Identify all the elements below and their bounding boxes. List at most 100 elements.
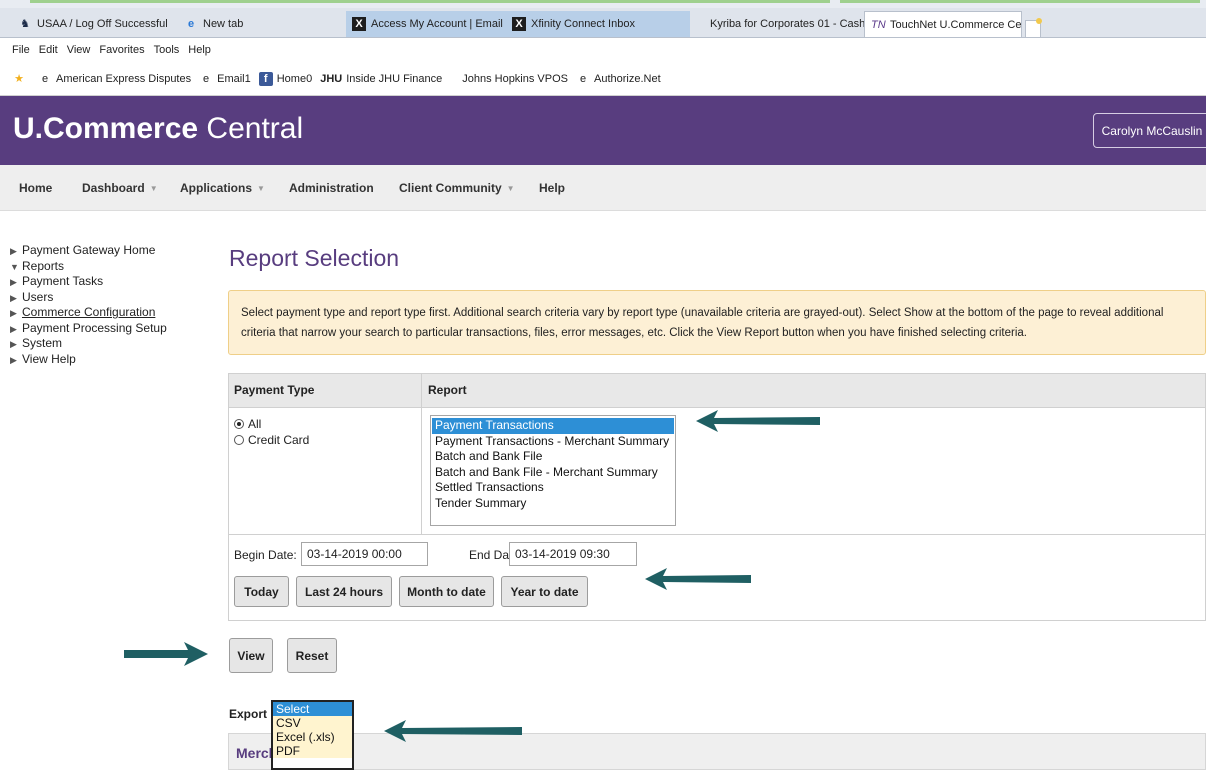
begin-date-input[interactable]: 03-14-2019 00:00 <box>301 542 428 566</box>
menu-help[interactable]: Help <box>188 44 211 56</box>
triangle-right-icon: ▶ <box>10 339 17 349</box>
export-dropdown[interactable]: Select CSV Excel (.xls) PDF <box>271 700 354 770</box>
chevron-down-icon: ▼ <box>506 183 515 193</box>
sidebar-item-payment-gateway-home[interactable]: ▶ Payment Gateway Home <box>10 243 210 259</box>
star-icon: ★ <box>14 72 24 85</box>
export-option-pdf[interactable]: PDF <box>273 744 352 758</box>
year-to-date-button[interactable]: Year to date <box>501 576 588 607</box>
sidebar-item-users[interactable]: ▶ Users <box>10 290 210 306</box>
sidebar-item-reports[interactable]: ▼ Reports <box>10 259 210 275</box>
menu-view[interactable]: View <box>67 44 91 56</box>
browser-menu-bar: File Edit View Favorites Tools Help <box>0 38 1206 62</box>
nav-client-community[interactable]: Client Community ▼ <box>399 165 515 211</box>
report-option-batch-and-bank-file-merchant-summary[interactable]: Batch and Bank File - Merchant Summary <box>432 465 674 481</box>
browser-tab-new[interactable]: e New tab <box>178 11 346 37</box>
page-title: Report Selection <box>229 245 400 271</box>
browser-tab-touchnet[interactable]: TN TouchNet U.Commerce Ce... × <box>864 11 1022 37</box>
today-button[interactable]: Today <box>234 576 289 607</box>
payment-type-credit-card-radio[interactable]: Credit Card <box>234 432 309 447</box>
end-date-input[interactable]: 03-14-2019 09:30 <box>509 542 637 566</box>
info-banner: Select payment type and report type firs… <box>228 290 1206 355</box>
nav-help[interactable]: Help <box>539 165 565 211</box>
merchants-section[interactable]: Merchants <box>228 733 1206 770</box>
favorite-email1[interactable]: e Email1 <box>199 72 251 86</box>
report-listbox[interactable]: Payment Transactions Payment Transaction… <box>430 415 676 526</box>
favorites-bar: ★ e American Express Disputes e Email1 f Ho… <box>0 62 1206 96</box>
xfinity-icon: X <box>352 17 366 31</box>
user-menu-button[interactable]: Carolyn McCauslin <box>1093 113 1206 148</box>
new-tab-button[interactable] <box>1025 18 1042 38</box>
usaa-icon: ♞ <box>20 18 30 30</box>
reset-button[interactable]: Reset <box>287 638 337 673</box>
chevron-down-icon: ▼ <box>257 183 265 193</box>
export-option-csv[interactable]: CSV <box>273 716 352 730</box>
loading-bar <box>840 0 1200 3</box>
facebook-icon: f <box>258 71 273 86</box>
xfinity-icon: X <box>512 17 526 31</box>
site-logo[interactable]: U.Commerce Central <box>13 112 303 146</box>
annotation-arrow-left-icon <box>384 720 522 742</box>
sidebar-item-view-help[interactable]: ▶ View Help <box>10 352 210 368</box>
nav-administration[interactable]: Administration <box>289 165 374 211</box>
export-option-excel[interactable]: Excel (.xls) <box>273 730 352 744</box>
radio-checked-icon <box>234 418 244 429</box>
nav-applications[interactable]: Applications ▼ <box>180 165 265 211</box>
annotation-arrow-left-icon <box>696 410 820 432</box>
report-option-payment-transactions-merchant-summary[interactable]: Payment Transactions - Merchant Summary <box>432 434 674 450</box>
view-button[interactable]: View <box>229 638 273 673</box>
browser-tab-access-account[interactable]: X Access My Account | Email | O... <box>346 11 506 37</box>
nav-dashboard[interactable]: Dashboard ▼ <box>82 165 158 211</box>
report-option-payment-transactions[interactable]: Payment Transactions <box>432 418 674 434</box>
touchnet-icon: TN <box>871 18 886 31</box>
export-option-select[interactable]: Select <box>273 702 352 716</box>
browser-tab-usaa[interactable]: ♞ USAA / Log Off Successful <box>12 11 178 37</box>
sidebar-item-payment-processing-setup[interactable]: ▶ Payment Processing Setup <box>10 321 210 337</box>
site-header: U.Commerce Central <box>0 96 1206 165</box>
annotation-arrow-left-icon <box>645 568 751 590</box>
criteria-header: Payment Type Report <box>229 374 1205 408</box>
report-header: Report <box>428 383 467 397</box>
favorite-authorize-net[interactable]: e Authorize.Net <box>576 72 661 86</box>
menu-file[interactable]: File <box>12 44 30 56</box>
favorite-jh-vpos[interactable]: Johns Hopkins VPOS <box>462 73 568 85</box>
radio-unchecked-icon <box>234 434 244 445</box>
report-option-settled-transactions[interactable]: Settled Transactions <box>432 480 674 496</box>
begin-date-label: Begin Date: <box>234 548 297 562</box>
payment-type-all-radio[interactable]: All <box>234 416 261 431</box>
triangle-right-icon: ▶ <box>10 323 17 334</box>
browser-tab-xfinity-inbox[interactable]: X Xfinity Connect Inbox <box>506 11 690 37</box>
ie-icon: e <box>41 72 49 85</box>
ie-icon: e <box>579 72 587 85</box>
nav-home[interactable]: Home <box>19 165 52 211</box>
browser-tab-bar: ♞ USAA / Log Off Successful e New tab X … <box>0 8 1206 38</box>
triangle-right-icon: ▶ <box>10 246 17 256</box>
triangle-down-icon: ▼ <box>10 261 19 272</box>
favorite-home0[interactable]: f Home0 <box>258 71 312 86</box>
triangle-right-icon: ▶ <box>10 277 17 287</box>
sidebar-item-payment-tasks[interactable]: ▶ Payment Tasks <box>10 274 210 290</box>
favorite-inside-jhu[interactable]: JHU Inside JHU Finance <box>320 72 442 86</box>
browser-top-strip <box>0 0 1206 8</box>
triangle-right-icon: ▶ <box>10 292 17 303</box>
chevron-down-icon: ▼ <box>149 183 158 193</box>
triangle-right-icon: ▶ <box>10 354 17 365</box>
export-label: Export <box>229 707 268 721</box>
favorites-star[interactable]: ★ <box>12 72 30 86</box>
favorite-amex-disputes[interactable]: e American Express Disputes <box>38 72 191 86</box>
menu-tools[interactable]: Tools <box>154 44 180 56</box>
loading-bar <box>30 0 830 3</box>
last-24-hours-button[interactable]: Last 24 hours <box>296 576 392 607</box>
annotation-arrow-right-icon <box>124 642 208 666</box>
column-divider <box>421 374 422 534</box>
sidebar-item-commerce-configuration[interactable]: ▶ Commerce Configuration <box>10 305 210 321</box>
payment-type-header: Payment Type <box>234 383 315 397</box>
menu-favorites[interactable]: Favorites <box>99 44 144 56</box>
report-option-tender-summary[interactable]: Tender Summary <box>432 496 674 512</box>
menu-edit[interactable]: Edit <box>39 44 58 56</box>
browser-tab-kyriba[interactable]: Kyriba for Corporates 01 - Cash... <box>704 11 864 37</box>
ie-icon: e <box>187 18 195 30</box>
triangle-right-icon: ▶ <box>10 308 17 318</box>
report-option-batch-and-bank-file[interactable]: Batch and Bank File <box>432 449 674 465</box>
month-to-date-button[interactable]: Month to date <box>399 576 494 607</box>
sidebar-item-system[interactable]: ▶ System <box>10 336 210 352</box>
